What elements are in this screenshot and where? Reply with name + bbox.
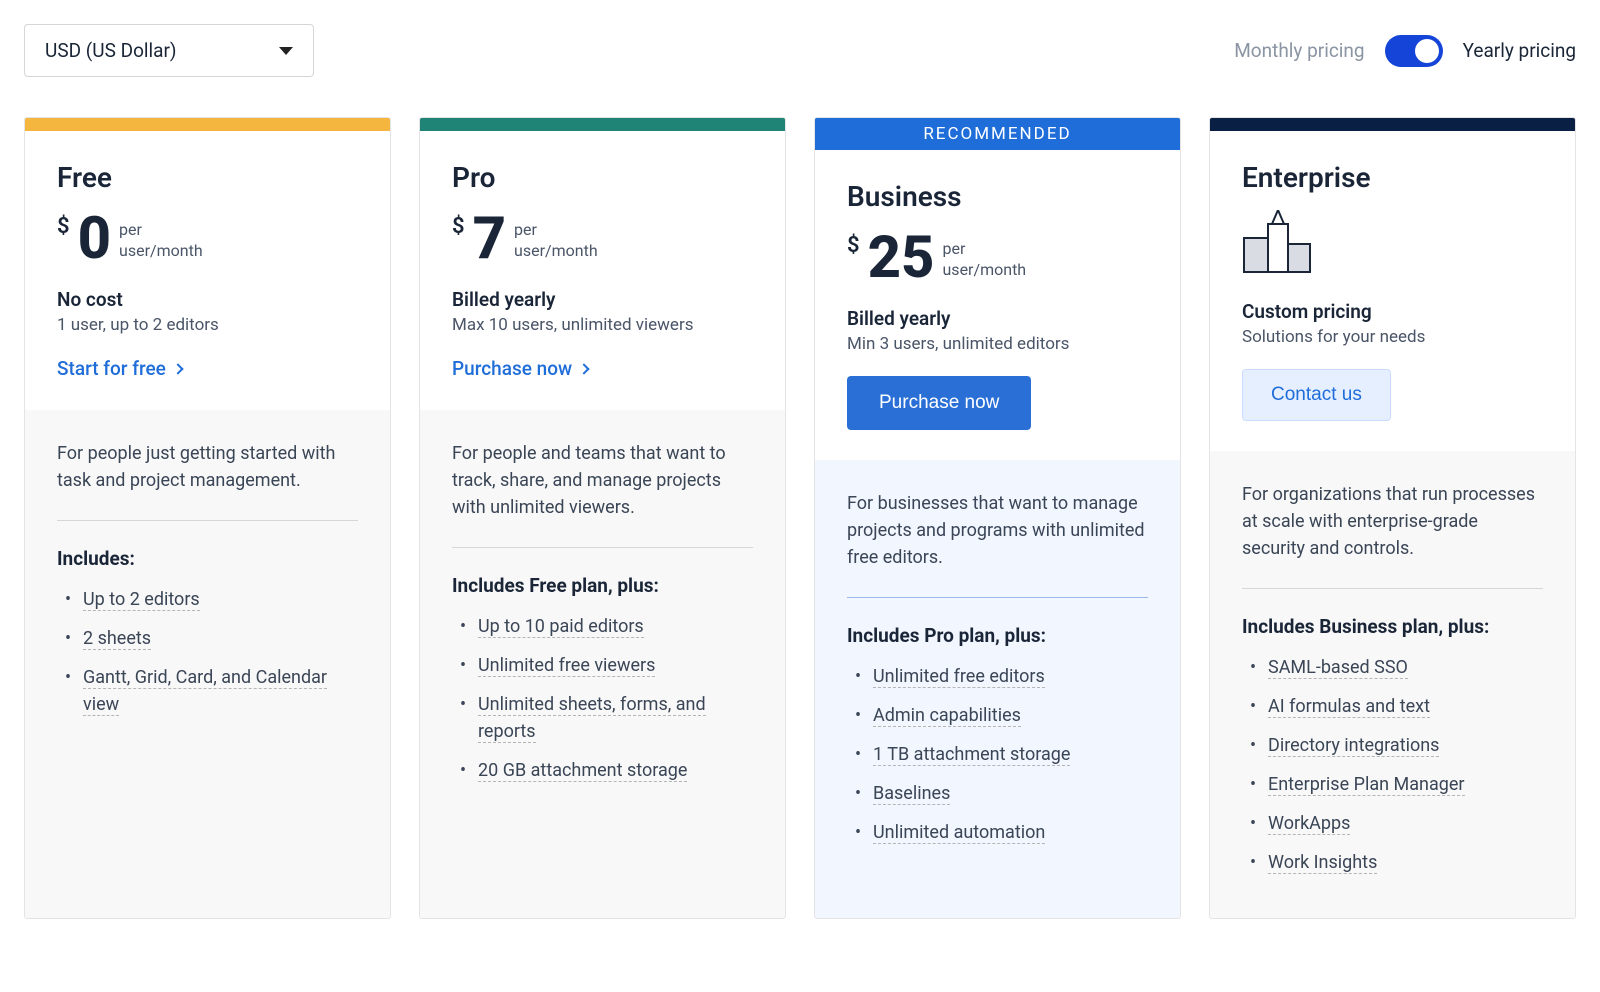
- purchase-now-button[interactable]: Purchase now: [847, 376, 1031, 430]
- price-unit: per user/month: [942, 229, 1026, 281]
- price-unit: per user/month: [514, 210, 598, 262]
- plan-business: RECOMMENDED Business $ 25 per user/month…: [814, 117, 1181, 919]
- divider: [1242, 588, 1543, 589]
- billing-toggle: Monthly pricing Yearly pricing: [1234, 35, 1576, 67]
- plan-subtitle: Custom pricing: [1242, 300, 1543, 323]
- currency-value: USD (US Dollar): [45, 39, 177, 62]
- currency-symbol: $: [57, 210, 70, 239]
- plan-subtitle: No cost: [57, 288, 358, 311]
- plan-business-head: Business $ 25 per user/month Billed year…: [815, 150, 1180, 460]
- top-row: USD (US Dollar) Monthly pricing Yearly p…: [24, 24, 1576, 77]
- currency-select[interactable]: USD (US Dollar): [24, 24, 314, 77]
- feature-item: 1 TB attachment storage: [851, 741, 1148, 768]
- switch-knob: [1415, 39, 1439, 63]
- price-row: $ 0 per user/month: [57, 210, 358, 268]
- plan-title: Free: [57, 161, 358, 194]
- currency-symbol: $: [847, 229, 860, 258]
- currency-symbol: $: [452, 210, 465, 239]
- includes-title: Includes Business plan, plus:: [1242, 615, 1543, 638]
- feature-item: Unlimited free editors: [851, 663, 1148, 690]
- plan-subtitle: Billed yearly: [847, 307, 1148, 330]
- plan-pro-accent: [420, 118, 785, 131]
- divider: [57, 520, 358, 521]
- start-for-free-link[interactable]: Start for free: [57, 357, 182, 380]
- feature-item: SAML-based SSO: [1246, 654, 1543, 681]
- buildings-icon: [1242, 210, 1543, 278]
- plan-description: For people just getting started with tas…: [57, 440, 358, 494]
- price-row: $ 7 per user/month: [452, 210, 753, 268]
- price-value: 7: [473, 210, 506, 268]
- divider: [452, 547, 753, 548]
- plan-subtitle: Billed yearly: [452, 288, 753, 311]
- plan-enterprise-body: For organizations that run processes at …: [1210, 451, 1575, 918]
- plan-pro: Pro $ 7 per user/month Billed yearly Max…: [419, 117, 786, 919]
- plan-subtext: 1 user, up to 2 editors: [57, 315, 358, 335]
- plan-subtext: Max 10 users, unlimited viewers: [452, 315, 753, 335]
- plan-subtext: Solutions for your needs: [1242, 327, 1543, 347]
- price-value: 25: [868, 229, 935, 287]
- includes-title: Includes Pro plan, plus:: [847, 624, 1148, 647]
- plan-enterprise: Enterprise Custom pricing Solutions for …: [1209, 117, 1576, 919]
- plan-enterprise-head: Enterprise Custom pricing Solutions for …: [1210, 131, 1575, 451]
- plan-free-body: For people just getting started with tas…: [25, 410, 390, 918]
- plan-title: Business: [847, 180, 1148, 213]
- purchase-now-link[interactable]: Purchase now: [452, 357, 588, 380]
- feature-item: Enterprise Plan Manager: [1246, 771, 1543, 798]
- feature-item: Work Insights: [1246, 849, 1543, 876]
- plan-free-head: Free $ 0 per user/month No cost 1 user, …: [25, 131, 390, 410]
- plan-title: Enterprise: [1242, 161, 1543, 194]
- feature-list: Unlimited free editors Admin capabilities…: [847, 663, 1148, 846]
- feature-item: Gantt, Grid, Card, and Calendar view: [61, 664, 358, 718]
- chevron-right-icon: [172, 363, 183, 374]
- includes-title: Includes:: [57, 547, 358, 570]
- feature-item: Unlimited sheets, forms, and reports: [456, 691, 753, 745]
- feature-item: AI formulas and text: [1246, 693, 1543, 720]
- yearly-pricing-label[interactable]: Yearly pricing: [1463, 39, 1576, 62]
- divider: [847, 597, 1148, 598]
- feature-item: 20 GB attachment storage: [456, 757, 753, 784]
- plan-pro-body: For people and teams that want to track,…: [420, 410, 785, 918]
- feature-list: Up to 2 editors 2 sheets Gantt, Grid, Card…: [57, 586, 358, 718]
- plan-free: Free $ 0 per user/month No cost 1 user, …: [24, 117, 391, 919]
- feature-item: Unlimited free viewers: [456, 652, 753, 679]
- feature-list: Up to 10 paid editors Unlimited free view…: [452, 613, 753, 784]
- plan-description: For people and teams that want to track,…: [452, 440, 753, 521]
- price-row: $ 25 per user/month: [847, 229, 1148, 287]
- price-unit: per user/month: [119, 210, 203, 262]
- price-value: 0: [78, 210, 111, 268]
- plan-free-accent: [25, 118, 390, 131]
- feature-item: Baselines: [851, 780, 1148, 807]
- feature-item: Admin capabilities: [851, 702, 1148, 729]
- includes-title: Includes Free plan, plus:: [452, 574, 753, 597]
- billing-switch[interactable]: [1385, 35, 1443, 67]
- feature-item: 2 sheets: [61, 625, 358, 652]
- feature-item: Unlimited automation: [851, 819, 1148, 846]
- feature-item: Up to 2 editors: [61, 586, 358, 613]
- plan-subtext: Min 3 users, unlimited editors: [847, 334, 1148, 354]
- plan-title: Pro: [452, 161, 753, 194]
- plans-row: Free $ 0 per user/month No cost 1 user, …: [24, 117, 1576, 919]
- plan-description: For businesses that want to manage proje…: [847, 490, 1148, 571]
- plan-description: For organizations that run processes at …: [1242, 481, 1543, 562]
- feature-item: Directory integrations: [1246, 732, 1543, 759]
- contact-us-button[interactable]: Contact us: [1242, 369, 1391, 421]
- feature-list: SAML-based SSO AI formulas and text Direct…: [1242, 654, 1543, 876]
- plan-enterprise-accent: [1210, 118, 1575, 131]
- monthly-pricing-label[interactable]: Monthly pricing: [1234, 39, 1364, 62]
- feature-item: Up to 10 paid editors: [456, 613, 753, 640]
- plan-business-body: For businesses that want to manage proje…: [815, 460, 1180, 918]
- plan-business-badge: RECOMMENDED: [815, 118, 1180, 150]
- plan-pro-head: Pro $ 7 per user/month Billed yearly Max…: [420, 131, 785, 410]
- feature-item: WorkApps: [1246, 810, 1543, 837]
- chevron-down-icon: [279, 47, 293, 55]
- chevron-right-icon: [578, 363, 589, 374]
